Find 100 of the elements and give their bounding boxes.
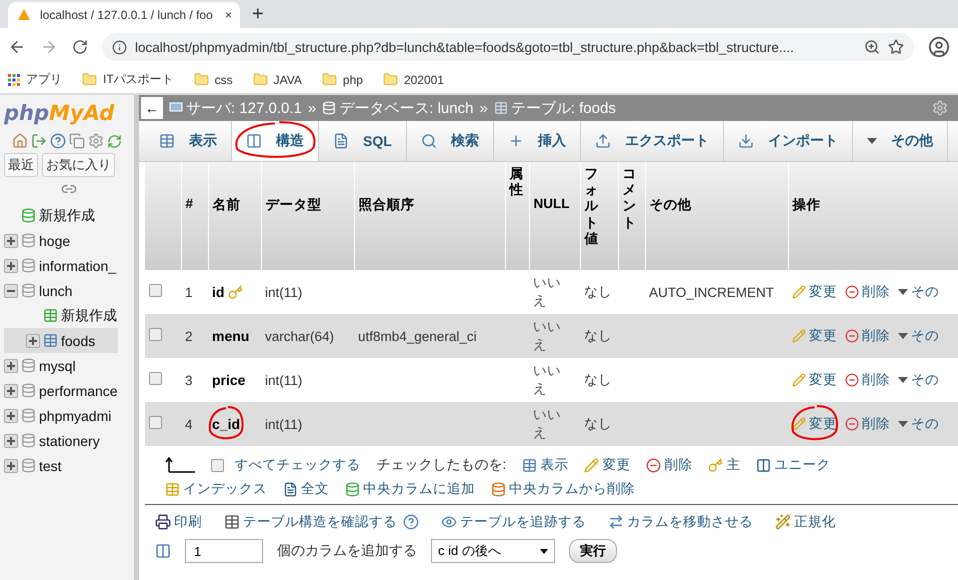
checkbox[interactable] — [149, 416, 162, 429]
bulk-action-link[interactable]: ユニーク — [756, 456, 830, 474]
bookmark[interactable]: アプリ — [8, 71, 62, 88]
tab[interactable]: インポート — [724, 121, 853, 161]
more-link[interactable]: その — [898, 415, 939, 433]
tree-item[interactable]: mysql — [4, 353, 118, 378]
checkbox[interactable] — [149, 328, 162, 341]
pencil-icon — [792, 285, 806, 299]
info-icon[interactable] — [112, 40, 127, 54]
check-all-checkbox[interactable]: すべてチェックする — [211, 456, 361, 474]
bulk-action-link[interactable]: 削除 — [646, 456, 692, 474]
expand-icon[interactable] — [4, 458, 18, 472]
central-add-icon — [345, 482, 360, 496]
change-link[interactable]: 変更 — [790, 405, 839, 443]
table-icon — [43, 308, 58, 323]
close-icon[interactable]: × — [224, 8, 232, 22]
tree-item[interactable]: 新規作成 — [4, 303, 118, 328]
back-icon[interactable] — [8, 38, 26, 56]
address-bar[interactable]: localhost/phpmyadmin/tbl_structure.php?db=lunch&table=foods&goto=tbl_structure.php&back=tbl_structure.... — [102, 33, 914, 61]
sidebar-tab-button[interactable]: 最近 — [4, 153, 38, 177]
breadcrumb-link[interactable]: テーブル: foods — [494, 98, 616, 118]
more-link[interactable]: その — [898, 283, 939, 301]
tree-item[interactable]: foods — [4, 328, 118, 353]
tab[interactable]: 挿入 — [494, 121, 581, 161]
reload-icon[interactable] — [72, 39, 88, 55]
drop-link[interactable]: 削除 — [845, 327, 890, 345]
tool-link[interactable]: カラムを移動させる — [608, 513, 753, 531]
drop-link[interactable]: 削除 — [845, 283, 890, 301]
breadcrumb-link[interactable]: データベース: lunch — [322, 98, 474, 118]
column-count-field[interactable]: 1 — [185, 539, 263, 563]
expand-icon[interactable] — [4, 358, 18, 372]
tree-item[interactable]: hoge — [4, 228, 118, 253]
tree-item[interactable]: phpmyadmi — [4, 403, 118, 428]
expand-icon[interactable] — [26, 334, 40, 348]
change-link[interactable]: 変更 — [792, 327, 837, 345]
refresh-icon[interactable] — [107, 134, 122, 148]
expand-icon[interactable] — [4, 234, 18, 248]
separator: » — [479, 100, 488, 116]
bulk-action-link[interactable]: 表示 — [522, 456, 568, 474]
bulk-action-link[interactable]: 変更 — [584, 456, 630, 474]
help-icon[interactable] — [50, 133, 66, 149]
position-select[interactable]: c id の後へ — [431, 539, 555, 563]
drop-link[interactable]: 削除 — [845, 371, 890, 389]
logout-icon[interactable] — [31, 133, 47, 149]
expand-icon[interactable] — [4, 434, 18, 448]
document-icon[interactable] — [69, 133, 85, 149]
tab[interactable]: SQL — [319, 121, 407, 161]
table-cell: なし — [580, 314, 618, 358]
settings-icon[interactable] — [88, 133, 104, 149]
tab[interactable]: その他 — [852, 121, 948, 161]
go-button[interactable]: 実行 — [569, 539, 617, 563]
tab[interactable]: 構造 — [232, 121, 319, 161]
collapse-button[interactable]: ← — [141, 97, 163, 119]
bookmark[interactable]: 202001 — [382, 72, 444, 87]
tab[interactable]: 検索 — [406, 121, 494, 161]
tree-item[interactable]: performance — [4, 378, 118, 403]
export-icon — [594, 133, 611, 149]
tool-link[interactable]: 正規化 — [775, 513, 836, 531]
drop-link[interactable]: 削除 — [845, 415, 890, 433]
tab[interactable]: エクスポート — [580, 121, 724, 161]
bookmark[interactable]: css — [194, 72, 233, 87]
tree-item[interactable]: 新規作成 — [4, 203, 118, 228]
bulk-action-link[interactable]: 中央カラムから削除 — [491, 480, 635, 498]
breadcrumb-link[interactable]: サーバ: 127.0.0.1 — [169, 98, 302, 118]
star-icon[interactable] — [888, 39, 904, 55]
zoom-icon[interactable] — [864, 39, 880, 55]
tree-item[interactable]: lunch — [4, 278, 118, 303]
import-icon — [738, 133, 754, 149]
more-link[interactable]: その — [898, 371, 939, 389]
new-tab-button[interactable]: + — [240, 3, 276, 28]
more-link[interactable]: その — [898, 327, 939, 345]
bookmark[interactable]: ITパスポート — [82, 71, 174, 88]
home-icon[interactable] — [12, 133, 28, 149]
checkbox[interactable] — [149, 372, 162, 385]
expand-icon[interactable] — [4, 408, 18, 422]
bulk-action-link[interactable]: 主 — [708, 456, 740, 474]
browser-tab[interactable]: localhost / 127.0.0.1 / lunch / foo × — [8, 2, 240, 28]
bulk-action-link[interactable]: 中央カラムに追加 — [345, 480, 475, 498]
change-link[interactable]: 変更 — [792, 371, 837, 389]
sidebar-tab-button[interactable]: お気に入り — [42, 153, 115, 177]
bulk-action-link[interactable]: インデックス — [165, 480, 267, 498]
checkbox[interactable] — [149, 284, 162, 297]
bulk-action-link[interactable]: 全文 — [283, 480, 329, 498]
change-link[interactable]: 変更 — [792, 283, 837, 301]
profile-icon[interactable] — [928, 36, 950, 58]
table-cell-text: いいえ — [533, 362, 562, 398]
move-icon — [608, 514, 624, 530]
tool-link[interactable]: テーブル構造を確認する — [224, 513, 397, 531]
bookmark[interactable]: php — [322, 72, 363, 87]
bookmark[interactable]: JAVA — [252, 72, 302, 87]
tree-item[interactable]: information_ — [4, 253, 118, 278]
expand-icon[interactable] — [4, 384, 18, 398]
expand-icon[interactable] — [4, 258, 18, 272]
help-icon[interactable] — [403, 514, 419, 530]
tool-link[interactable]: 印刷 — [155, 513, 202, 531]
tool-link[interactable]: テーブルを追跡する — [441, 513, 586, 531]
collapse-icon[interactable] — [4, 284, 18, 298]
caret-icon — [898, 289, 908, 295]
tree-item[interactable]: test — [4, 453, 118, 478]
tree-item[interactable]: stationery — [4, 428, 118, 453]
